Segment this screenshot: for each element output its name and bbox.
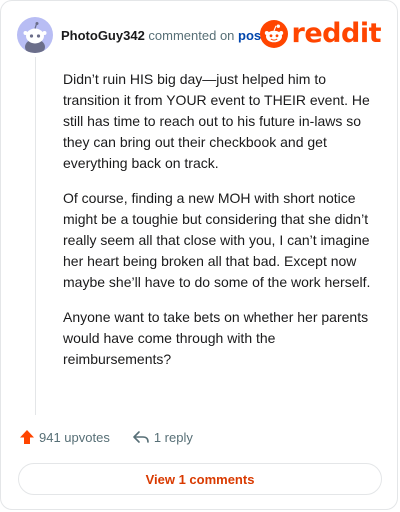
comment-paragraph: Of course, finding a new MOH with short … bbox=[63, 190, 371, 290]
comment-paragraph: Didn’t ruin HIS big day—just helped him … bbox=[63, 71, 370, 171]
avatar[interactable] bbox=[17, 17, 53, 53]
action-text: commented on bbox=[148, 27, 235, 43]
thread-line bbox=[35, 57, 36, 415]
reddit-wordmark: reddit bbox=[291, 18, 382, 49]
reply-count: 1 reply bbox=[153, 429, 193, 445]
reddit-snoo-icon bbox=[259, 20, 288, 48]
username[interactable]: PhotoGuy342 bbox=[61, 28, 145, 43]
upvote-arrow-icon bbox=[20, 430, 34, 444]
reply-arrow-icon bbox=[133, 431, 149, 443]
comment-meta: PhotoGuy342 commented on post bbox=[61, 28, 266, 43]
reply-button[interactable]: 1 reply bbox=[132, 429, 193, 445]
comment-paragraph: Anyone want to take bets on whether her … bbox=[63, 309, 369, 367]
comment-body: Didn’t ruin HIS big day—just helped him … bbox=[63, 69, 379, 384]
view-comments-button[interactable]: View 1 comments bbox=[18, 463, 382, 495]
comment-card: PhotoGuy342 commented on post reddit Did… bbox=[0, 0, 398, 510]
comment-actions: 941 upvotes 1 reply bbox=[19, 429, 193, 445]
snoo-avatar-icon bbox=[23, 22, 47, 53]
upvote-count: 941 upvotes bbox=[39, 429, 110, 445]
comment-header: PhotoGuy342 commented on post reddit bbox=[17, 17, 382, 53]
reddit-logo[interactable]: reddit bbox=[259, 18, 382, 49]
upvote-button[interactable]: 941 upvotes bbox=[19, 429, 110, 445]
